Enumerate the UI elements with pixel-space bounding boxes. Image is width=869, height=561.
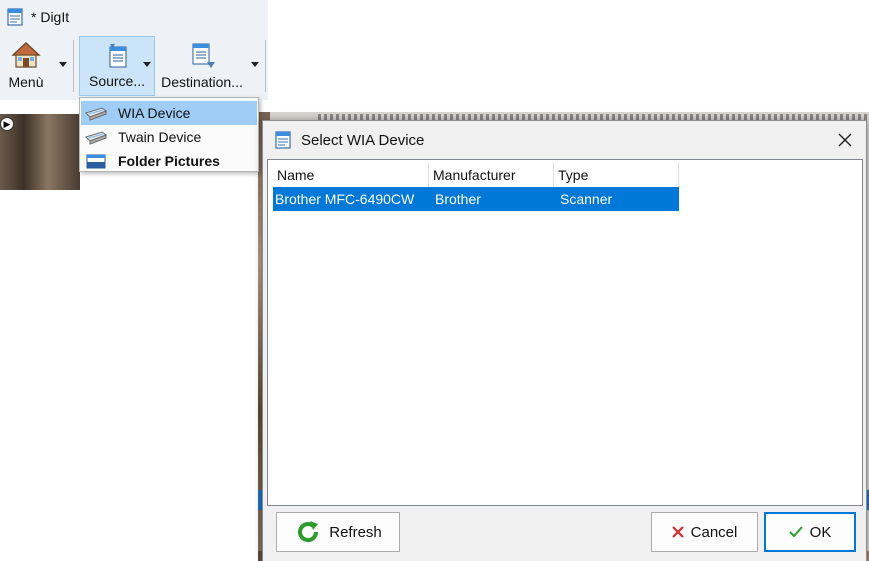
photo-thumbnail: ▶ bbox=[0, 114, 80, 190]
ribbon-separator bbox=[73, 40, 74, 92]
ribbon-toolbar: Menù Source... Destination... bbox=[0, 34, 268, 100]
dialog-titlebar: Select WIA Device bbox=[263, 121, 866, 159]
source-dropdown-menu: WIA Device Twain Device Folder Pictures bbox=[79, 97, 259, 172]
checkmark-icon bbox=[788, 526, 803, 538]
document-icon bbox=[275, 131, 291, 149]
menu-item-label: WIA Device bbox=[118, 105, 191, 121]
cancel-x-icon bbox=[671, 526, 684, 538]
destination-dropdown-arrow-icon[interactable] bbox=[251, 62, 259, 67]
expand-panel-icon[interactable]: ▶ bbox=[0, 117, 14, 131]
source-document-icon bbox=[109, 44, 127, 68]
menu-item-label: Twain Device bbox=[118, 129, 202, 145]
refresh-button-label: Refresh bbox=[329, 523, 382, 541]
list-header: Name Manufacturer Type bbox=[273, 163, 679, 187]
ok-button[interactable]: OK bbox=[764, 512, 856, 552]
select-wia-device-dialog: Select WIA Device Name Manufacturer Type… bbox=[262, 120, 867, 561]
scanner-icon bbox=[85, 131, 108, 145]
menu-item-twain-device[interactable]: Twain Device bbox=[81, 125, 257, 149]
destination-button-label: Destination... bbox=[161, 74, 243, 90]
menu-item-label: Folder Pictures bbox=[118, 153, 220, 169]
column-header-type[interactable]: Type bbox=[554, 163, 679, 187]
destination-button[interactable]: Destination... bbox=[158, 36, 246, 96]
menu-dropdown-arrow-icon[interactable] bbox=[59, 62, 67, 67]
dialog-title: Select WIA Device bbox=[301, 131, 425, 149]
device-name: Brother MFC-6490CW bbox=[275, 191, 415, 207]
menu-item-wia-device[interactable]: WIA Device bbox=[81, 101, 257, 125]
close-icon bbox=[838, 133, 852, 147]
close-button[interactable] bbox=[824, 121, 866, 159]
device-row[interactable]: Brother MFC-6490CW Brother Scanner bbox=[273, 187, 679, 211]
ok-button-label: OK bbox=[809, 523, 832, 541]
source-button-label: Source... bbox=[88, 73, 146, 89]
app-title: * DigIt bbox=[31, 9, 70, 25]
ribbon-separator bbox=[265, 40, 266, 92]
destination-document-icon bbox=[192, 43, 215, 68]
menu-button[interactable]: Menù bbox=[2, 36, 50, 96]
scanner-icon bbox=[85, 107, 108, 121]
home-icon bbox=[11, 42, 41, 68]
refresh-icon bbox=[298, 521, 319, 542]
folder-pictures-icon bbox=[86, 154, 106, 169]
cancel-button[interactable]: Cancel bbox=[651, 512, 758, 552]
column-header-name[interactable]: Name bbox=[273, 163, 429, 187]
app-titlebar: * DigIt bbox=[0, 0, 268, 34]
dialog-footer: Refresh Cancel OK bbox=[263, 507, 866, 561]
device-manufacturer: Brother bbox=[435, 191, 481, 207]
menu-button-label: Menù bbox=[8, 74, 44, 90]
device-list[interactable]: Name Manufacturer Type Brother MFC-6490C… bbox=[267, 159, 863, 506]
app-document-icon bbox=[7, 8, 23, 26]
refresh-button[interactable]: Refresh bbox=[276, 512, 400, 552]
column-header-manufacturer[interactable]: Manufacturer bbox=[429, 163, 554, 187]
device-type: Scanner bbox=[560, 191, 613, 207]
menu-item-folder-pictures[interactable]: Folder Pictures bbox=[81, 149, 257, 173]
cancel-button-label: Cancel bbox=[690, 523, 738, 541]
source-dropdown-arrow-icon[interactable] bbox=[143, 62, 151, 67]
